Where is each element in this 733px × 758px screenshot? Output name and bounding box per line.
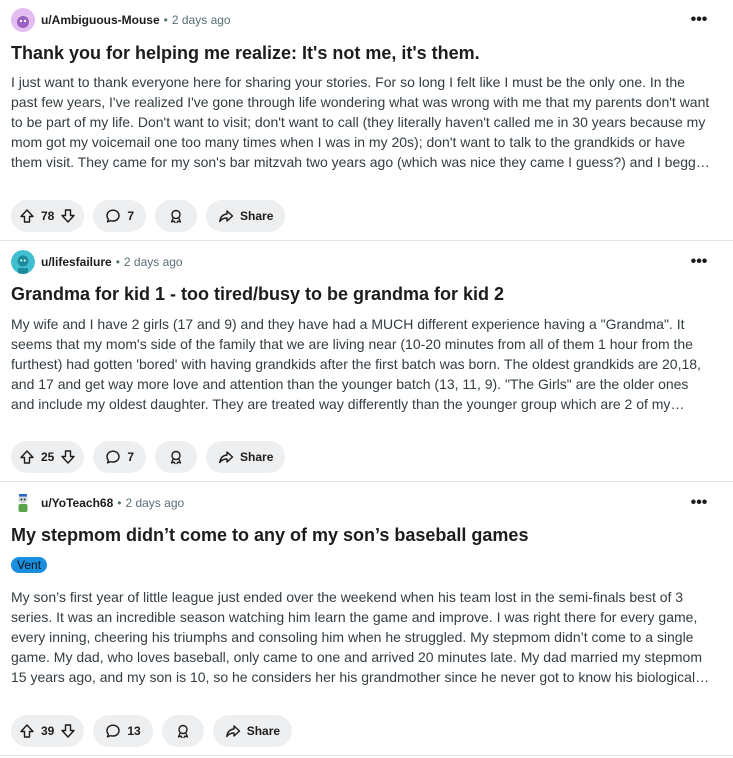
share-icon	[218, 208, 234, 224]
comment-icon	[105, 208, 121, 224]
post-time: 2 days ago	[125, 496, 185, 510]
post-meta: u/lifesfailure • 2 days ago	[11, 250, 722, 274]
comments-button[interactable]: 7	[93, 441, 147, 473]
award-icon	[175, 723, 191, 739]
avatar-icon	[11, 491, 35, 515]
more-options-button[interactable]: •••	[689, 10, 709, 30]
comment-count: 7	[127, 450, 135, 464]
post-title[interactable]: Thank you for helping me realize: It's n…	[11, 42, 480, 64]
avatar[interactable]	[11, 8, 35, 32]
vote-control: 78	[11, 200, 85, 232]
more-options-button[interactable]: •••	[689, 252, 709, 272]
downvote-icon[interactable]	[60, 208, 76, 224]
vote-control: 39	[11, 715, 85, 747]
avatar[interactable]	[11, 491, 35, 515]
vote-control: 25	[11, 441, 85, 473]
share-label: Share	[246, 724, 281, 738]
post-meta: u/Ambiguous-Mouse • 2 days ago	[11, 8, 722, 32]
upvote-icon[interactable]	[19, 208, 35, 224]
post-time: 2 days ago	[171, 13, 231, 27]
comments-button[interactable]: 7	[93, 200, 147, 232]
comment-icon	[105, 723, 121, 739]
author-link[interactable]: u/Ambiguous-Mouse	[41, 13, 160, 27]
ellipsis-icon: •••	[690, 253, 708, 270]
post-feed: u/Ambiguous-Mouse • 2 days ago ••• Thank…	[0, 0, 733, 756]
post-actions: 25 7 Share	[11, 441, 286, 473]
comment-count: 7	[127, 209, 135, 223]
share-icon	[218, 449, 234, 465]
author-link[interactable]: u/YoTeach68	[41, 496, 113, 510]
comment-count: 13	[127, 724, 141, 738]
post-body[interactable]: I just want to thank everyone here for s…	[11, 72, 713, 172]
avatar-icon	[11, 8, 35, 32]
post-card[interactable]: u/Ambiguous-Mouse • 2 days ago ••• Thank…	[0, 0, 733, 241]
avatar-icon	[11, 250, 35, 274]
vote-count: 78	[41, 209, 55, 223]
downvote-icon[interactable]	[60, 723, 76, 739]
comments-button[interactable]: 13	[93, 715, 153, 747]
upvote-icon[interactable]	[19, 449, 35, 465]
award-icon	[168, 208, 184, 224]
ellipsis-icon: •••	[690, 494, 708, 511]
comment-icon	[105, 449, 121, 465]
share-icon	[225, 723, 241, 739]
award-button[interactable]	[161, 715, 204, 747]
share-label: Share	[240, 209, 274, 223]
post-time: 2 days ago	[123, 255, 183, 269]
award-button[interactable]	[155, 441, 198, 473]
meta-separator: •	[163, 13, 168, 27]
post-meta: u/YoTeach68 • 2 days ago	[11, 491, 722, 515]
meta-separator: •	[115, 255, 120, 269]
share-button[interactable]: Share	[206, 200, 286, 232]
author-link[interactable]: u/lifesfailure	[41, 255, 112, 269]
award-icon	[168, 449, 184, 465]
ellipsis-icon: •••	[690, 11, 708, 28]
share-button[interactable]: Share	[206, 441, 286, 473]
post-flair[interactable]: Vent	[11, 557, 48, 573]
avatar[interactable]	[11, 250, 35, 274]
award-button[interactable]	[155, 200, 198, 232]
post-body[interactable]: My wife and I have 2 girls (17 and 9) an…	[11, 314, 713, 414]
vote-count: 25	[41, 450, 55, 464]
downvote-icon[interactable]	[60, 449, 76, 465]
upvote-icon[interactable]	[19, 723, 35, 739]
post-body[interactable]: My son’s first year of little league jus…	[11, 587, 713, 687]
meta-separator: •	[117, 496, 122, 510]
more-options-button[interactable]: •••	[689, 493, 709, 513]
share-label: Share	[240, 450, 274, 464]
post-card[interactable]: u/lifesfailure • 2 days ago ••• Grandma …	[0, 241, 733, 482]
post-title[interactable]: Grandma for kid 1 - too tired/busy to be…	[11, 283, 504, 305]
post-card[interactable]: u/YoTeach68 • 2 days ago ••• My stepmom …	[0, 482, 733, 756]
post-title[interactable]: My stepmom didn’t come to any of my son’…	[11, 524, 528, 546]
post-actions: 78 7 Share	[11, 200, 286, 232]
post-actions: 39 13 Share	[11, 715, 293, 747]
vote-count: 39	[41, 724, 55, 738]
share-button[interactable]: Share	[212, 715, 293, 747]
